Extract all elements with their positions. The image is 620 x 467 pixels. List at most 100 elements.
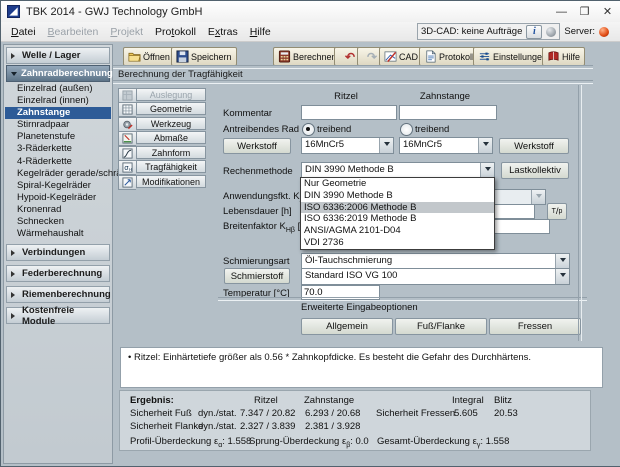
sidebar-item[interactable]: Stirnradpaar	[5, 119, 111, 131]
sidebar-item[interactable]: Hypoid-Kegelräder	[5, 192, 111, 204]
menu-datei[interactable]: Datei	[5, 26, 42, 38]
method-option[interactable]: ANSI/AGMA 2101-D04	[301, 225, 494, 237]
werkstoff-button-ritzel[interactable]: Werkstoff	[223, 138, 291, 154]
nav-button-modifikationen[interactable]: Modifikationen	[118, 175, 206, 190]
sidebar-header-verbindungen[interactable]: Verbindungen	[6, 244, 110, 262]
menu-extras[interactable]: Extras	[202, 26, 244, 38]
lastkollektiv-button[interactable]: Lastkollektiv	[501, 162, 569, 179]
column-header-ritzel: Ritzel	[334, 91, 358, 102]
calculator-icon	[278, 50, 291, 63]
nav-button-abmasse[interactable]: Abmaße	[118, 131, 206, 146]
calculate-button[interactable]: Berechnen	[273, 47, 342, 66]
chevron-right-icon	[11, 249, 18, 256]
save-floppy-icon	[176, 50, 189, 63]
fressen-integral-value: 5.605	[454, 408, 478, 419]
kommentar-zahnstange-input[interactable]	[399, 105, 497, 120]
sidebar-header-federberechnung[interactable]: Federberechnung	[6, 265, 110, 283]
chevron-right-icon	[11, 291, 18, 298]
save-button[interactable]: Speichern	[171, 47, 237, 66]
results-col-zahnstange: Zahnstange	[304, 395, 355, 406]
redo-icon: ↷	[366, 49, 378, 64]
fressen-button[interactable]: Fressen	[489, 318, 581, 335]
werkstoff-combo-ritzel[interactable]: 16MnCr5	[301, 137, 394, 154]
menu-hilfe[interactable]: Hilfe	[244, 26, 277, 38]
sidebar-item[interactable]: Einzelrad (außen)	[5, 83, 111, 95]
flanke-mode: dyn./stat.	[198, 421, 237, 432]
sidebar-item[interactable]: Wärmehaushalt	[5, 228, 111, 240]
treibend-radio-ritzel[interactable]	[302, 123, 315, 136]
nav-button-tragfaehigkeit[interactable]: σH Tragfähigkeit	[118, 160, 206, 175]
protocol-button[interactable]: Protokoll	[419, 47, 480, 66]
chevron-right-icon	[11, 52, 18, 59]
menu-protokoll[interactable]: Protokoll	[149, 26, 202, 38]
menu-projekt: Projekt	[110, 25, 144, 38]
sidebar-item-selected[interactable]: Zahnstange	[5, 107, 111, 120]
breitenfaktor-label: Breitenfaktor KHβ [-]	[223, 221, 306, 234]
werkstoff-button-zahnstange[interactable]: Werkstoff	[499, 138, 569, 154]
gesamt-ueberdeckung: Gesamt-Überdeckung εγ: 1.558	[377, 436, 510, 449]
sidebar-header-kostenfreie-module[interactable]: Kostenfreie Module	[6, 305, 110, 327]
minimize-button[interactable]: —	[550, 1, 573, 22]
profil-ueberdeckung: Profil-Überdeckung εα: 1.558	[130, 436, 252, 449]
flanke-zahnstange-value: 2.381 / 3.928	[305, 421, 361, 432]
kommentar-ritzel-input[interactable]	[301, 105, 397, 120]
sidebar-item[interactable]: Einzelrad (innen)	[5, 95, 111, 107]
sidebar-item[interactable]: Kegelräder gerade/schräg	[5, 168, 127, 180]
server-status-led-icon	[599, 26, 609, 37]
allgemein-button[interactable]: Allgemein	[301, 318, 393, 335]
cad-drawing-icon	[384, 51, 397, 63]
sidebar-item[interactable]: 3-Räderkette	[5, 143, 111, 155]
treibend-radio-zahnstange[interactable]	[400, 123, 413, 136]
method-option[interactable]: ISO 6336:2019 Methode B	[301, 213, 494, 225]
lebensdauer-label: Lebensdauer [h]	[223, 206, 292, 217]
sidebar-header-zahnradberechnung[interactable]: Zahnradberechnung	[6, 65, 113, 82]
treibend-label-ritzel: treibend	[317, 124, 352, 135]
chevron-down-icon[interactable]	[379, 138, 393, 153]
menu-bar: Datei Bearbeiten Projekt Protokoll Extra…	[1, 22, 620, 42]
app-logo-icon	[7, 5, 20, 18]
erweiterte-eingabeoptionen-label: Erweiterte Eingabeoptionen	[301, 302, 418, 313]
results-col-blitz: Blitz	[494, 395, 512, 406]
chevron-down-icon[interactable]	[480, 163, 494, 178]
sidebar-item[interactable]: Kronenrad	[5, 204, 111, 216]
results-col-integral: Integral	[452, 395, 484, 406]
sidebar-item[interactable]: Schnecken	[5, 216, 111, 228]
schmierstoff-combo[interactable]: Standard ISO VG 100	[301, 268, 570, 285]
open-button[interactable]: Öffnen	[123, 47, 175, 66]
settings-button[interactable]: Einstellungen	[473, 47, 553, 66]
open-folder-icon	[128, 52, 141, 62]
close-button[interactable]: ✕	[596, 1, 619, 22]
maximize-button[interactable]: ❐	[573, 1, 596, 22]
help-button[interactable]: Hilfe	[542, 47, 586, 66]
method-option[interactable]: DIN 3990 Methode B	[301, 190, 494, 202]
method-option[interactable]: Nur Geometrie	[301, 178, 494, 190]
method-option[interactable]: VDI 2736	[301, 237, 494, 249]
fuss-flanke-button[interactable]: Fuß/Flanke	[395, 318, 487, 335]
antreibendes-rad-label: Antreibendes Rad	[223, 124, 300, 135]
warning-box: • Ritzel: Einhärtetiefe größer als 0.56 …	[120, 347, 603, 388]
sidebar-item[interactable]: Planetenstufe	[5, 131, 111, 143]
measurement-icon	[118, 131, 136, 146]
cad-status-box: 3D-CAD: keine Aufträge i	[416, 23, 561, 40]
nav-button-geometrie[interactable]: Geometrie	[118, 102, 206, 117]
cad-status-text: 3D-CAD: keine Aufträge	[420, 26, 523, 37]
settings-sliders-icon	[479, 52, 490, 61]
chevron-right-icon	[11, 312, 18, 319]
sicherheit-flanke-label: Sicherheit Flanke	[130, 421, 204, 432]
chevron-down-icon[interactable]	[555, 269, 569, 284]
nav-button-werkzeug[interactable]: Werkzeug	[118, 117, 206, 132]
sidebar-header-riemenberechnung[interactable]: Riemenberechnung	[6, 286, 111, 304]
chevron-down-icon[interactable]	[555, 254, 569, 269]
info-button[interactable]: i	[526, 24, 543, 39]
cad-button[interactable]: CAD	[379, 47, 424, 66]
nav-button-zahnform[interactable]: Zahnform	[118, 146, 206, 161]
sidebar-header-welle-lager[interactable]: Welle / Lager	[6, 47, 110, 64]
schmierstoff-button[interactable]: Schmierstoff	[224, 268, 290, 284]
chevron-down-icon[interactable]	[478, 138, 492, 153]
werkstoff-combo-zahnstange[interactable]: 16MnCr5	[399, 137, 493, 154]
method-option-highlighted[interactable]: ISO 6336:2006 Methode B	[301, 201, 494, 214]
lebensdauer-tp-button[interactable]: T / p	[547, 203, 567, 220]
sidebar-item[interactable]: 4-Räderkette	[5, 156, 111, 168]
sidebar-item[interactable]: Spiral-Kegelräder	[5, 180, 111, 192]
document-icon	[426, 50, 436, 63]
